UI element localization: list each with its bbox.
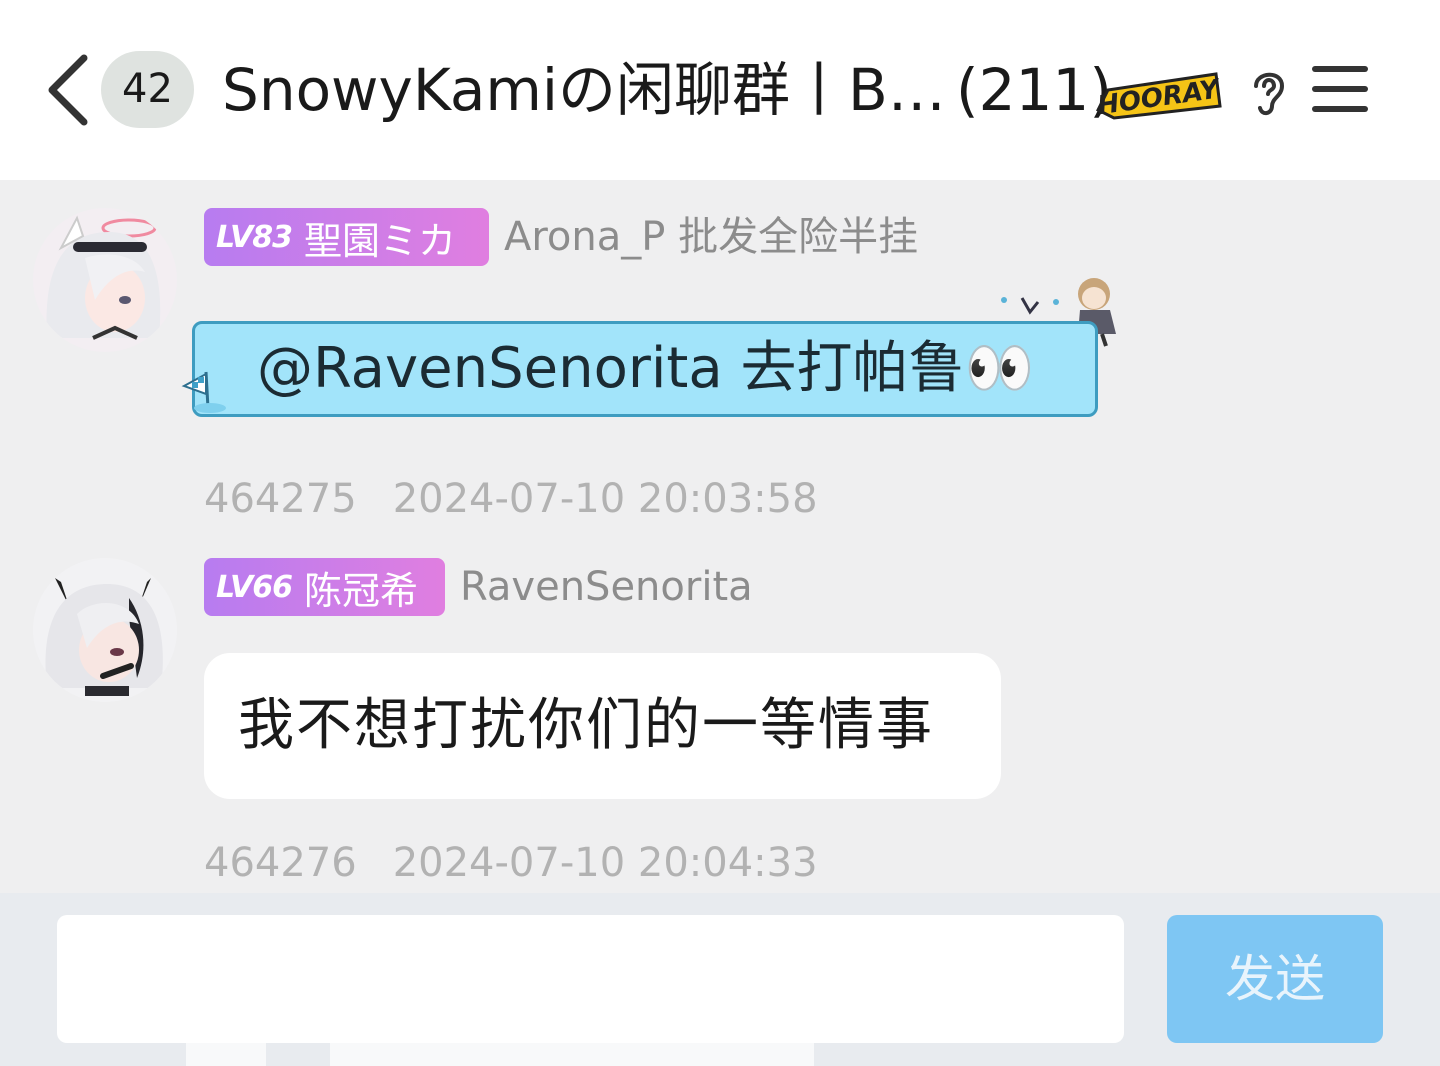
send-button[interactable]: 发送	[1167, 915, 1383, 1043]
message-time: 2024-07-10 20:03:58	[392, 476, 818, 522]
ear-icon	[1254, 72, 1285, 115]
level-title-tag: LV66 陈冠希	[204, 558, 445, 616]
sender-name[interactable]: Arona_P 批发全险半挂	[504, 208, 918, 266]
menu-button[interactable]	[1310, 62, 1370, 116]
menu-icon	[1312, 66, 1368, 112]
message-text: @RavenSenorita 去打帕鲁👀	[257, 336, 1035, 401]
level-title-name: 陈冠希	[303, 568, 418, 613]
ear-button[interactable]	[1246, 64, 1292, 118]
level-title-name: 聖園ミカ	[303, 218, 456, 263]
group-title: SnowyKamiの闲聊群丨B…	[222, 56, 946, 124]
sender-name[interactable]: RavenSenorita	[460, 558, 753, 616]
level-number: LV66	[216, 569, 293, 605]
chevron-left-icon	[48, 54, 88, 126]
obscured-content	[186, 1043, 266, 1066]
input-bar: 发送	[0, 893, 1440, 1066]
chat-header: 42 SnowyKamiの闲聊群丨B… (211) HOORAY	[0, 0, 1440, 180]
message-meta: 464275 2024-07-10 20:03:58	[204, 476, 854, 522]
message-bubble-special[interactable]: @RavenSenorita 去打帕鲁👀	[192, 321, 1098, 417]
message-meta: 464276 2024-07-10 20:04:33	[204, 840, 854, 886]
checkered-flag-icon	[176, 368, 232, 416]
message-id: 464275	[204, 476, 357, 522]
member-count: (211)	[956, 56, 1112, 124]
message-text: 我不想打扰你们的一等情事	[238, 693, 934, 758]
message-input[interactable]	[57, 915, 1124, 1043]
unread-count-badge[interactable]: 42	[101, 51, 194, 128]
obscured-content	[330, 1043, 814, 1066]
message-id: 464276	[204, 840, 357, 886]
hooray-badge-icon: HOORAY	[1094, 66, 1224, 122]
message-bubble[interactable]: 我不想打扰你们的一等情事	[204, 653, 1001, 799]
level-number: LV83	[216, 219, 293, 255]
avatar[interactable]	[33, 558, 177, 702]
avatar[interactable]	[33, 208, 177, 352]
message-time: 2024-07-10 20:04:33	[392, 840, 818, 886]
level-title-tag: LV83 聖園ミカ	[204, 208, 489, 266]
back-button[interactable]	[40, 52, 96, 128]
